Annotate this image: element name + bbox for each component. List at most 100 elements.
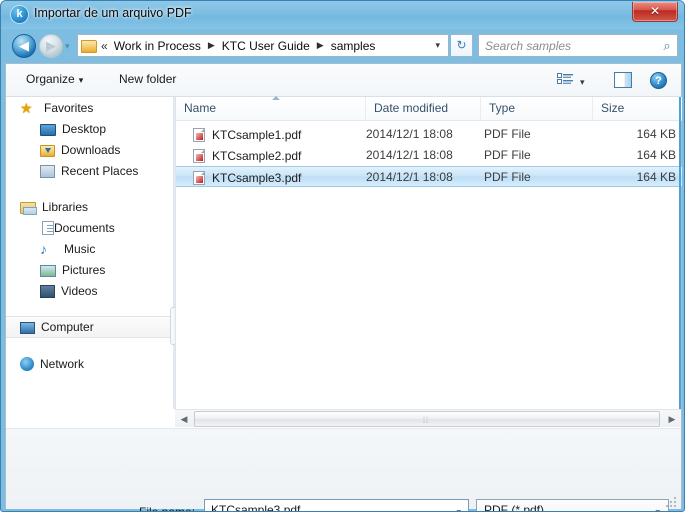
organize-label: Organize (26, 72, 75, 86)
table-row[interactable]: KTCsample1.pdf 2014/12/1 18:08 PDF File … (176, 124, 682, 145)
file-size-cell: 164 KB (636, 148, 676, 162)
column-header-name[interactable]: Name (176, 97, 366, 120)
search-icon: ⌕ (663, 37, 671, 53)
pdf-file-icon (193, 127, 205, 142)
sidebar-item-documents[interactable]: Documents (6, 217, 174, 238)
sidebar-item-computer[interactable]: Computer (6, 316, 174, 338)
chevron-down-icon: ▾ (78, 75, 84, 85)
recent-locations-dropdown-icon[interactable]: ▾ (65, 42, 74, 51)
sidebar-label-libraries: Libraries (42, 199, 89, 214)
preview-pane-icon[interactable] (614, 72, 632, 88)
scrollbar-thumb[interactable]: ⦙⦙ (194, 411, 660, 427)
sidebar-item-recent-places[interactable]: Recent Places (6, 160, 174, 181)
libraries-icon (20, 201, 37, 215)
sidebar-item-videos[interactable]: Videos (6, 280, 174, 301)
sidebar-item-network[interactable]: Network (6, 353, 174, 374)
sidebar-label-network: Network (40, 356, 85, 371)
horizontal-scrollbar[interactable]: ◀ ⦙⦙ ▶ (175, 409, 681, 427)
chevron-down-icon[interactable]: ▾ (655, 507, 660, 511)
file-type-cell: PDF File (484, 170, 531, 184)
sidebar-group-favorites[interactable]: ★ Favorites (6, 97, 174, 118)
sidebar-label-recent-places: Recent Places (61, 163, 139, 178)
file-type-select-value: PDF (*.pdf) (484, 503, 545, 512)
desktop-icon (40, 123, 56, 136)
file-date-cell: 2014/12/1 18:08 (366, 127, 453, 141)
breadcrumb-overflow-icon[interactable]: « (101, 39, 108, 53)
file-list-pane: Name Date modified Type Size KTCsample1.… (175, 96, 682, 409)
search-input[interactable]: Search samples (479, 39, 657, 53)
file-type-select[interactable]: PDF (*.pdf) ▾ (476, 499, 669, 512)
sidebar-group-libraries[interactable]: Libraries (6, 196, 174, 217)
file-name-cell: KTCsample1.pdf (176, 124, 366, 145)
documents-icon (42, 221, 54, 235)
column-header-row: Name Date modified Type Size (176, 96, 682, 121)
pictures-icon (40, 264, 56, 277)
resize-grip[interactable] (666, 495, 678, 507)
organize-button[interactable]: Organize ▾ (26, 72, 83, 86)
column-header-date-modified[interactable]: Date modified (366, 97, 481, 120)
sidebar-label-desktop: Desktop (62, 121, 107, 136)
table-row-selected[interactable]: KTCsample3.pdf 2014/12/1 18:08 PDF File … (176, 166, 682, 187)
sidebar-label-downloads: Downloads (61, 142, 121, 157)
close-button[interactable]: ✕ (632, 2, 678, 22)
sidebar-item-music[interactable]: ♪ Music (6, 238, 174, 259)
sidebar-item-downloads[interactable]: Downloads (6, 139, 174, 160)
breadcrumb-item-0[interactable]: Work in Process (112, 38, 203, 54)
search-box[interactable]: Search samples ⌕ (478, 34, 678, 57)
file-size-cell: 164 KB (636, 170, 676, 184)
column-header-size[interactable]: Size (593, 97, 682, 120)
computer-icon (20, 322, 35, 334)
breadcrumb-separator-0[interactable]: ▶ (208, 40, 215, 51)
chevron-down-icon[interactable]: ▾ (435, 40, 446, 51)
sidebar-label-videos: Videos (61, 283, 98, 298)
file-open-dialog-window: k Importar de um arquivo PDF ✕ ◀ ▶ ▾ « W… (0, 0, 685, 512)
sidebar-label-documents: Documents (54, 220, 115, 235)
sidebar-label-computer: Computer (41, 320, 94, 334)
breadcrumb-separator-1[interactable]: ▶ (317, 40, 324, 51)
file-name-cell: KTCsample3.pdf (176, 167, 366, 188)
sidebar-item-pictures[interactable]: Pictures (6, 259, 174, 280)
chevron-down-icon[interactable]: ▾ (580, 77, 585, 88)
file-name-cell: KTCsample2.pdf (176, 145, 366, 166)
file-name-label: File name: (139, 505, 196, 512)
table-row[interactable]: KTCsample2.pdf 2014/12/1 18:08 PDF File … (176, 145, 682, 166)
back-button[interactable]: ◀ (12, 34, 36, 58)
scroll-right-arrow-icon[interactable]: ▶ (664, 411, 680, 427)
pdf-file-icon (193, 148, 205, 163)
view-list-icon[interactable] (557, 73, 574, 88)
title-bar: k Importar de um arquivo PDF ✕ (1, 1, 684, 29)
app-k-icon: k (11, 6, 28, 23)
sidebar-label-music: Music (64, 241, 96, 256)
help-icon[interactable]: ? (650, 72, 667, 89)
star-icon: ★ (20, 99, 33, 116)
forward-button[interactable]: ▶ (39, 34, 63, 58)
folder-icon (81, 39, 97, 53)
command-toolbar: Organize ▾ New folder ▾ ? (6, 64, 681, 97)
sort-ascending-icon (272, 96, 280, 100)
recent-places-icon (40, 164, 55, 178)
scroll-left-arrow-icon[interactable]: ◀ (176, 411, 192, 427)
address-breadcrumb-bar[interactable]: « Work in Process ▶ KTC User Guide ▶ sam… (77, 34, 449, 57)
file-size-cell: 164 KB (636, 127, 676, 141)
navigation-pane: ★ Favorites Desktop Downloads Recent Pla… (6, 97, 174, 409)
refresh-icon[interactable]: ↻ (451, 34, 473, 57)
sidebar-label-favorites: Favorites (44, 100, 94, 115)
column-header-type[interactable]: Type (481, 97, 593, 120)
pdf-file-icon (193, 170, 205, 185)
videos-icon (40, 284, 55, 298)
file-name-label: KTCsample2.pdf (212, 148, 302, 163)
file-name-input-value: KTCsample3.pdf (211, 503, 301, 512)
list-pane-right-edge (679, 97, 681, 409)
music-icon: ♪ (40, 240, 47, 257)
file-name-input[interactable]: KTCsample3.pdf ▾ (204, 499, 469, 512)
breadcrumb-item-1[interactable]: KTC User Guide (220, 38, 312, 54)
dialog-form-area: File name: KTCsample3.pdf ▾ PDF (*.pdf) … (6, 428, 681, 512)
chevron-down-icon[interactable]: ▾ (456, 507, 461, 511)
sidebar-item-desktop[interactable]: Desktop (6, 118, 174, 139)
file-date-cell: 2014/12/1 18:08 (366, 170, 453, 184)
breadcrumb-item-2[interactable]: samples (329, 38, 378, 54)
new-folder-button[interactable]: New folder (119, 72, 176, 86)
